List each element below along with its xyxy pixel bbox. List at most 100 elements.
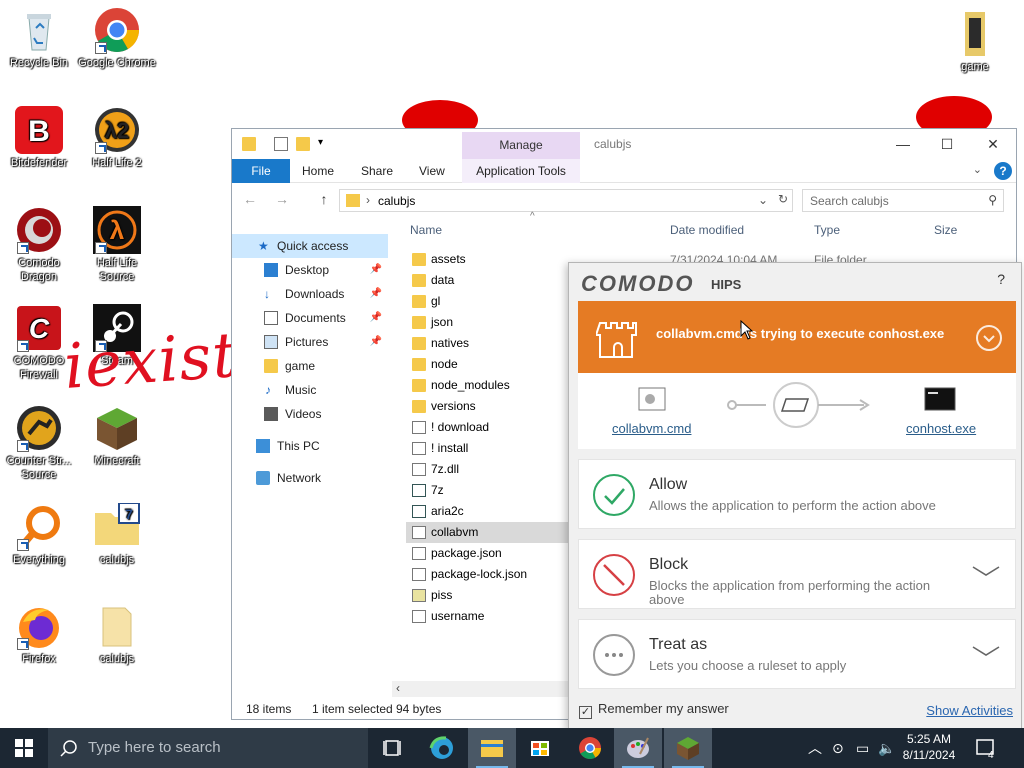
desktop-icon-recycle-bin[interactable]: Recycle Bin: [0, 6, 78, 70]
list-item[interactable]: package-lock.json: [406, 564, 568, 585]
list-item[interactable]: aria2c: [406, 501, 568, 522]
desktop-icon-bitdefender[interactable]: B Bitdefender: [0, 106, 78, 170]
help-icon[interactable]: ?: [994, 162, 1012, 180]
help-button[interactable]: ?: [997, 271, 1005, 287]
customize-qat-icon[interactable]: ▾: [318, 137, 323, 148]
desktop-icon-google-chrome[interactable]: Google Chrome: [78, 6, 156, 70]
chevron-down-icon[interactable]: [971, 562, 1001, 583]
list-item[interactable]: json: [406, 312, 568, 333]
start-button[interactable]: [0, 728, 48, 768]
nav-network[interactable]: Network: [232, 466, 388, 490]
taskbar-search-input[interactable]: Type here to search: [48, 728, 368, 768]
scroll-left-icon[interactable]: ‹: [396, 681, 400, 695]
network-icon[interactable]: ▭: [856, 728, 869, 768]
pin-icon[interactable]: 📌: [370, 282, 382, 306]
desktop-icon-calubjs-folder[interactable]: calubjs: [78, 602, 156, 666]
allow-option[interactable]: Allow Allows the application to perform …: [578, 459, 1016, 529]
store-icon: [531, 741, 549, 756]
column-header-name[interactable]: Name: [410, 223, 442, 237]
nav-this-pc[interactable]: This PC: [232, 434, 388, 458]
list-item[interactable]: versions: [406, 396, 568, 417]
tab-application-tools[interactable]: Application Tools: [462, 159, 580, 183]
desktop-icon-everything[interactable]: Everything: [0, 503, 78, 567]
taskbar-store[interactable]: [516, 728, 564, 768]
notification-center-icon[interactable]: 4: [974, 728, 1000, 768]
expand-details-icon[interactable]: [976, 325, 1002, 351]
up-arrow-icon[interactable]: ↑: [314, 191, 334, 209]
show-activities-link[interactable]: Show Activities: [926, 703, 1013, 718]
list-item[interactable]: 7z: [406, 480, 568, 501]
nav-pictures[interactable]: Pictures 📌: [232, 330, 388, 354]
task-view-button[interactable]: [368, 728, 416, 768]
volume-icon[interactable]: 🔈: [878, 728, 895, 768]
pin-icon[interactable]: 📌: [370, 330, 382, 354]
comodo-tray-icon[interactable]: ⊙: [832, 728, 844, 768]
tab-home[interactable]: Home: [302, 159, 334, 183]
tab-share[interactable]: Share: [361, 159, 393, 183]
expand-ribbon-icon[interactable]: ⌄: [973, 163, 982, 176]
refresh-icon[interactable]: ↻: [778, 192, 788, 206]
tab-file[interactable]: File: [232, 159, 290, 183]
pin-icon[interactable]: 📌: [370, 258, 382, 282]
source-file-link[interactable]: collabvm.cmd: [612, 421, 691, 436]
nav-game[interactable]: game: [232, 354, 388, 378]
list-item[interactable]: ! download: [406, 417, 568, 438]
pin-icon[interactable]: 📌: [370, 306, 382, 330]
list-item[interactable]: node_modules: [406, 375, 568, 396]
desktop-icon-firefox[interactable]: Firefox: [0, 602, 78, 666]
back-arrow-icon[interactable]: ←: [240, 191, 260, 209]
tab-view[interactable]: View: [419, 159, 445, 183]
list-item[interactable]: node: [406, 354, 568, 375]
target-file-link[interactable]: conhost.exe: [906, 421, 976, 436]
column-header-date-modified[interactable]: Date modified: [670, 223, 744, 237]
list-item[interactable]: ! install: [406, 438, 568, 459]
desktop-icon-calubjs-archive[interactable]: 7 calubjs: [78, 502, 156, 567]
close-icon[interactable]: ✕: [970, 129, 1016, 159]
remember-answer-checkbox[interactable]: ✓ Remember my answer: [579, 701, 729, 719]
nav-quick-access[interactable]: ★ Quick access: [232, 234, 388, 258]
tab-manage[interactable]: Manage: [462, 132, 580, 159]
taskbar-paint[interactable]: [614, 728, 662, 768]
desktop-icon-comodo-dragon[interactable]: Comodo Dragon: [0, 206, 78, 284]
desktop-icon-game[interactable]: game: [936, 10, 1014, 74]
address-bar[interactable]: › calubjs ⌄ ↻: [339, 189, 793, 212]
chevron-down-icon[interactable]: [971, 642, 1001, 663]
list-item[interactable]: username: [406, 606, 568, 627]
nav-music[interactable]: ♪ Music: [232, 378, 388, 402]
block-option[interactable]: Block Blocks the application from perfor…: [578, 539, 1016, 609]
list-item[interactable]: gl: [406, 291, 568, 312]
column-header-type[interactable]: Type: [814, 223, 840, 237]
minimize-icon[interactable]: —: [880, 129, 926, 159]
desktop-icon-counter-strike[interactable]: Counter Str... Source: [0, 404, 78, 482]
list-item[interactable]: package.json: [406, 543, 568, 564]
properties-icon[interactable]: [274, 137, 288, 151]
desktop-icon-minecraft[interactable]: Minecraft: [78, 404, 156, 468]
checkbox-checked-icon[interactable]: ✓: [579, 706, 592, 719]
system-clock[interactable]: 5:25 AM 8/11/2024: [896, 731, 962, 763]
list-item[interactable]: piss: [406, 585, 568, 606]
list-item[interactable]: 7z.dll: [406, 459, 568, 480]
list-item[interactable]: data: [406, 270, 568, 291]
new-folder-icon[interactable]: [296, 137, 310, 151]
taskbar-edge[interactable]: [418, 728, 466, 768]
taskbar-chrome[interactable]: [566, 728, 614, 768]
maximize-icon[interactable]: ☐: [924, 129, 970, 159]
treat-as-option[interactable]: Treat as Lets you choose a ruleset to ap…: [578, 619, 1016, 689]
nav-videos[interactable]: Videos: [232, 402, 388, 426]
nav-downloads[interactable]: ↓ Downloads 📌: [232, 282, 388, 306]
nav-desktop[interactable]: Desktop 📌: [232, 258, 388, 282]
desktop-icon-half-life-2[interactable]: λ2 Half Life 2: [78, 106, 156, 170]
nav-documents[interactable]: Documents 📌: [232, 306, 388, 330]
taskbar-file-explorer[interactable]: [468, 728, 516, 768]
address-dropdown-icon[interactable]: ⌄: [758, 193, 768, 207]
forward-arrow-icon[interactable]: →: [272, 191, 292, 209]
list-item-selected[interactable]: collabvm: [406, 522, 568, 543]
taskbar-minecraft[interactable]: [664, 728, 712, 768]
show-hidden-icons[interactable]: ︿: [808, 728, 822, 768]
search-input[interactable]: Search calubjs ⚲: [802, 189, 1004, 212]
desktop-icon-half-life-source[interactable]: λ Half Life Source: [78, 206, 156, 284]
list-item[interactable]: natives: [406, 333, 568, 354]
list-item[interactable]: assets: [406, 249, 568, 270]
column-header-size[interactable]: Size: [934, 223, 957, 237]
horizontal-scrollbar[interactable]: ‹: [392, 681, 572, 697]
